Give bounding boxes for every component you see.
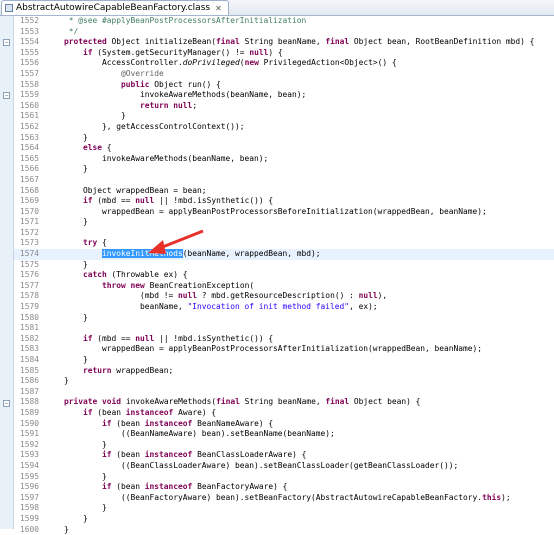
arrow-head	[148, 240, 166, 254]
class-file-icon	[5, 4, 13, 12]
arrow-shaft	[160, 231, 203, 248]
red-arrow-annotation	[0, 16, 554, 529]
editor-tab-bar: AbstractAutowireCapableBeanFactory.class…	[0, 0, 554, 16]
tab-abstract-autowire-capable-bean-factory[interactable]: AbstractAutowireCapableBeanFactory.class…	[1, 0, 229, 15]
code-editor[interactable]: − − − 1552 * @see #applyBeanPostProcesso…	[0, 16, 554, 529]
close-icon[interactable]: ✕	[215, 4, 222, 13]
tab-title: AbstractAutowireCapableBeanFactory.class	[16, 3, 210, 13]
